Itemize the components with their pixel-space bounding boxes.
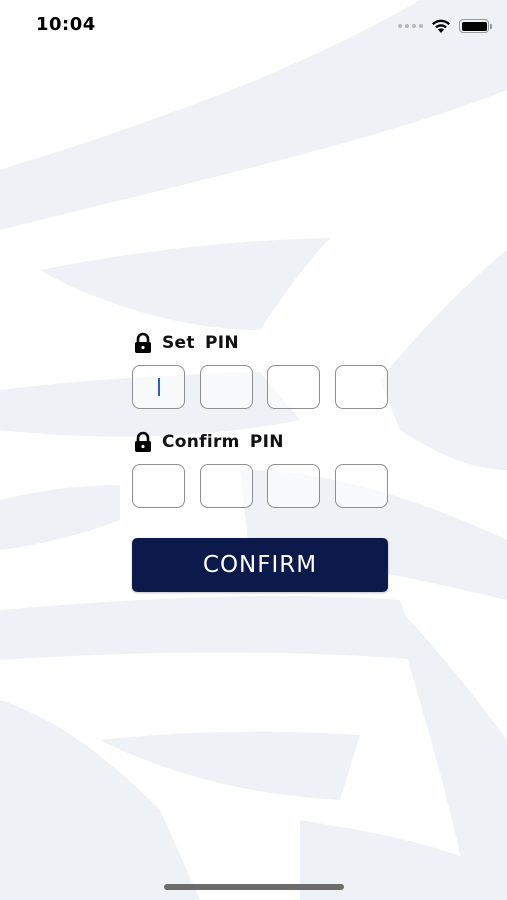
set-pin-digit-3[interactable] [267,365,321,409]
status-bar: 10:04 [0,0,507,54]
lock-icon [135,332,151,353]
signal-dots-icon [398,24,423,28]
confirm-pin-digit-2[interactable] [199,464,253,508]
confirm-pin-digit-3[interactable] [267,464,321,508]
status-time: 10:04 [36,14,96,35]
set-pin-digit-4[interactable] [334,365,388,409]
battery-icon [459,19,492,33]
confirm-button[interactable]: CONFIRM [132,538,388,592]
status-icons [398,16,492,36]
set-pin-digit-2[interactable] [199,365,253,409]
confirm-pin-digit-1[interactable] [132,464,185,508]
confirm-pin-section: Confirm PIN [132,429,388,508]
set-pin-inputs [132,365,388,409]
set-pin-label: Set PIN [162,333,239,353]
wifi-icon [432,19,450,33]
confirm-pin-label: Confirm PIN [162,432,284,452]
text-cursor [157,378,160,396]
home-indicator[interactable] [164,884,344,890]
confirm-pin-digit-4[interactable] [334,464,388,508]
set-pin-label-row: Set PIN [132,330,388,356]
set-pin-digit-1[interactable] [132,365,185,409]
confirm-pin-label-row: Confirm PIN [132,429,388,455]
lock-icon [135,431,151,452]
pin-form: Set PIN Confirm PIN CONFIRM [132,330,388,592]
confirm-pin-inputs [132,464,388,508]
set-pin-section: Set PIN [132,330,388,409]
